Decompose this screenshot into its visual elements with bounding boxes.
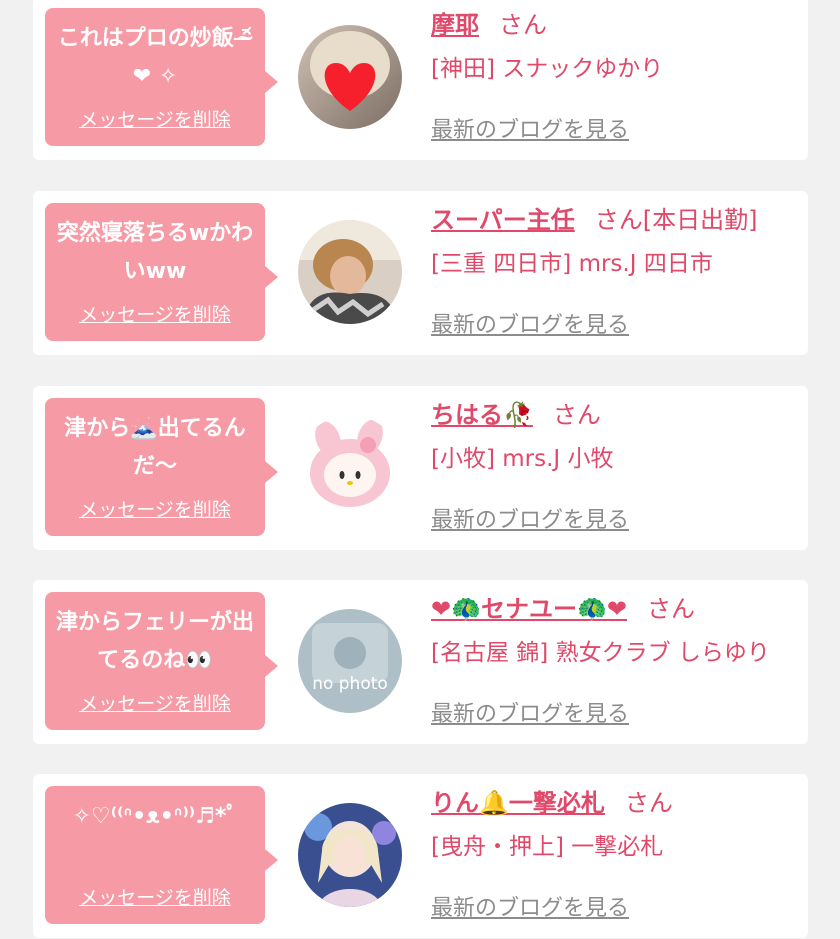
latest-blog-link[interactable]: 最新のブログを見る: [431, 696, 629, 728]
avatar[interactable]: [298, 220, 402, 324]
message-bubble: 突然寝落ちるwかわいww メッセージを削除: [45, 203, 278, 341]
message-bubble: 津からフェリーが出てるのね👀 メッセージを削除: [45, 592, 278, 730]
delete-message-link[interactable]: メッセージを削除: [45, 689, 265, 716]
message-bubble: ✧♡⁽⁽ᐢ•ᴥ•ᐢ⁾⁾♬*ﾟ メッセージを削除: [45, 786, 278, 924]
shop-name: [曳舟・押上] 一撃必札: [431, 834, 664, 860]
message-text: 津から🗻出てるんだ〜: [64, 416, 246, 479]
cast-name-link[interactable]: スーパー主任: [431, 206, 575, 234]
message-text: これはプロの炒飯 ᵔ̴̶᷄ ❤ ✧: [57, 26, 253, 89]
cast-info: 摩耶 さん [神田] スナックゆかり 最新のブログを見る: [431, 6, 801, 143]
cast-info: りん🔔一撃必札 さん [曳舟・押上] 一撃必札 最新のブログを見る: [431, 784, 801, 921]
shop-name: [小牧] mrs.J 小牧: [431, 446, 614, 472]
honorific: さん: [646, 595, 695, 623]
shop-name: [三重 四日市] mrs.J 四日市: [431, 251, 713, 277]
message-text: 突然寝落ちるwかわいww: [56, 221, 254, 284]
message-card: 津からフェリーが出てるのね👀 メッセージを削除 no photo ❤🦚セナユー🦚…: [33, 580, 808, 744]
cast-name-link[interactable]: ❤🦚セナユー🦚❤: [431, 595, 627, 623]
honorific: さん[本日出勤]: [594, 206, 758, 234]
avatar[interactable]: no photo: [298, 609, 402, 713]
message-bubble: これはプロの炒飯 ᵔ̴̶᷄ ❤ ✧ メッセージを削除: [45, 8, 278, 146]
cast-info: スーパー主任 さん[本日出勤] [三重 四日市] mrs.J 四日市 最新のブログ…: [431, 201, 801, 338]
message-text: 津からフェリーが出てるのね👀: [55, 610, 254, 673]
avatar[interactable]: [298, 415, 402, 519]
delete-message-link[interactable]: メッセージを削除: [45, 883, 265, 910]
message-card: ✧♡⁽⁽ᐢ•ᴥ•ᐢ⁾⁾♬*ﾟ メッセージを削除 りん🔔一撃必札 さん [曳舟・押上…: [33, 774, 808, 938]
cast-info: ❤🦚セナユー🦚❤ さん [名古屋 錦] 熟女クラブ しらゆり 最新のブログを見る: [431, 590, 801, 727]
message-list: これはプロの炒飯 ᵔ̴̶᷄ ❤ ✧ メッセージを削除 摩耶 さん [神田] スナッ…: [0, 0, 840, 939]
message-bubble: 津から🗻出てるんだ〜 メッセージを削除: [45, 398, 278, 536]
latest-blog-link[interactable]: 最新のブログを見る: [431, 307, 629, 339]
cast-info: ちはる🥀 さん [小牧] mrs.J 小牧 最新のブログを見る: [431, 396, 801, 533]
delete-message-link[interactable]: メッセージを削除: [45, 495, 265, 522]
delete-message-link[interactable]: メッセージを削除: [45, 105, 265, 132]
message-text: ✧♡⁽⁽ᐢ•ᴥ•ᐢ⁾⁾♬*ﾟ: [72, 804, 238, 829]
honorific: さん: [499, 11, 547, 39]
latest-blog-link[interactable]: 最新のブログを見る: [431, 112, 629, 144]
no-photo-text: no photo: [312, 674, 388, 694]
avatar[interactable]: [298, 25, 402, 129]
shop-name: [神田] スナックゆかり: [431, 56, 664, 82]
delete-message-link[interactable]: メッセージを削除: [45, 300, 265, 327]
honorific: さん: [552, 401, 601, 429]
latest-blog-link[interactable]: 最新のブログを見る: [431, 890, 629, 922]
cast-name-link[interactable]: ちはる🥀: [431, 401, 533, 429]
cast-name-link[interactable]: りん🔔一撃必札: [431, 789, 605, 817]
cast-name-link[interactable]: 摩耶: [431, 11, 479, 39]
shop-name: [名古屋 錦] 熟女クラブ しらゆり: [431, 640, 770, 666]
avatar[interactable]: [298, 803, 402, 907]
message-card: 突然寝落ちるwかわいww メッセージを削除 スーパー主任 さん[本日出勤] [三重…: [33, 191, 808, 355]
latest-blog-link[interactable]: 最新のブログを見る: [431, 502, 629, 534]
message-card: 津から🗻出てるんだ〜 メッセージを削除 ちはる🥀 さん [小牧] mrs.J 小牧…: [33, 386, 808, 550]
honorific: さん: [624, 789, 673, 817]
message-card: これはプロの炒飯 ᵔ̴̶᷄ ❤ ✧ メッセージを削除 摩耶 さん [神田] スナッ…: [33, 0, 808, 160]
